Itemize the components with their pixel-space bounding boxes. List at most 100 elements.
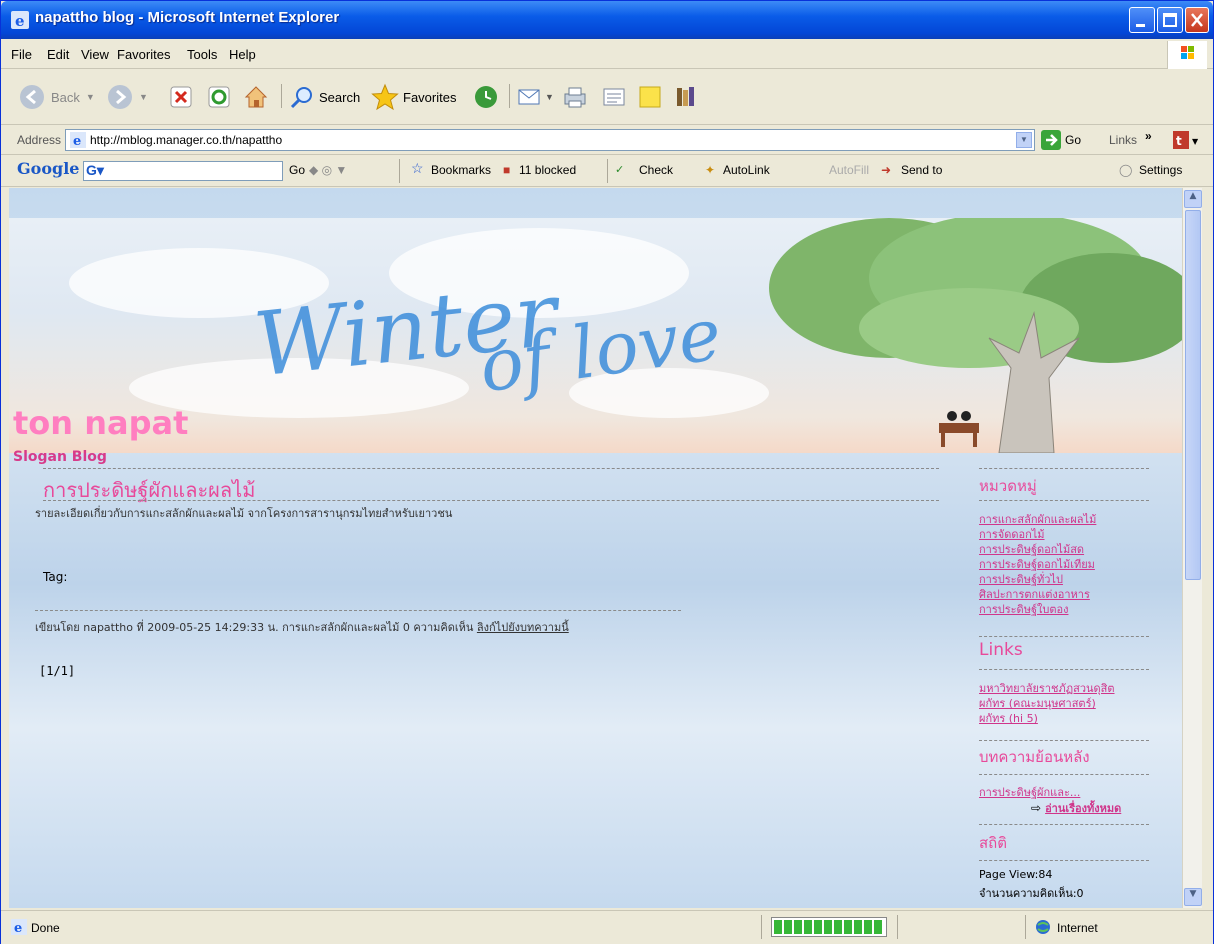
- chevron-down-icon[interactable]: ▼: [1016, 132, 1032, 148]
- back-button[interactable]: Back ▼: [19, 82, 95, 112]
- category-link[interactable]: การประดิษฐ์ใบตอง: [979, 603, 1068, 616]
- page-content: Winter of love ton napat Slogan Blog การ…: [9, 188, 1182, 908]
- address-input[interactable]: e http://mblog.manager.co.th/napattho ▼: [65, 129, 1035, 151]
- external-link[interactable]: ผกัทร (hi 5): [979, 712, 1038, 725]
- menu-view[interactable]: View: [81, 47, 109, 62]
- translate-icon[interactable]: t ▼: [1173, 130, 1201, 150]
- blog-title[interactable]: ton napat: [13, 404, 188, 442]
- bookmark-star-icon: ☆: [411, 160, 424, 176]
- external-link[interactable]: ผกัทร (คณะมนุษศาสตร์): [979, 697, 1096, 710]
- scroll-down-button[interactable]: ▼: [1184, 888, 1202, 906]
- read-all-link[interactable]: ⇨ อ่านเรื่องทั้งหมด: [1031, 799, 1121, 817]
- scroll-thumb[interactable]: [1185, 210, 1201, 580]
- minimize-button[interactable]: [1129, 7, 1155, 33]
- autofill-button[interactable]: AutoFill: [829, 163, 869, 177]
- divider: [43, 500, 939, 501]
- category-link[interactable]: การจัดดอกไม้: [979, 528, 1045, 541]
- scroll-up-button[interactable]: ▲: [1184, 190, 1202, 208]
- progress-fill: [774, 920, 884, 934]
- stop-button[interactable]: [169, 82, 193, 112]
- check-button[interactable]: Check: [639, 163, 673, 177]
- sticky-note-icon: [639, 86, 661, 108]
- menu-help[interactable]: Help: [229, 47, 256, 62]
- vertical-scrollbar[interactable]: ▲ ▼: [1182, 188, 1202, 908]
- category-link[interactable]: การแกะสลักผักและผลไม้: [979, 513, 1096, 526]
- forward-arrow-icon: [108, 85, 132, 109]
- maximize-button[interactable]: [1157, 7, 1183, 33]
- category-link[interactable]: การประดิษฐ์ทั่วไป: [979, 573, 1063, 586]
- chevron-right-icon[interactable]: »: [1145, 129, 1152, 143]
- settings-icon: ◯: [1119, 163, 1133, 177]
- menu-file[interactable]: File: [11, 47, 32, 62]
- permalink-link[interactable]: ลิงก์ไปยังบทความนี้: [477, 621, 569, 634]
- post-description: รายละเอียดเกี่ยวกับการแกะสลักผักและผลไม้…: [35, 507, 453, 520]
- svg-text:e: e: [14, 921, 22, 935]
- notes-button[interactable]: [637, 82, 663, 112]
- categories-heading: หมวดหมู่: [979, 477, 1037, 495]
- category-link[interactable]: การประดิษฐ์ดอกไม้เทียม: [979, 558, 1095, 571]
- stats-heading: สถิติ: [979, 834, 1007, 852]
- search-button[interactable]: Search: [289, 82, 360, 112]
- links-label[interactable]: Links: [1109, 133, 1137, 147]
- google-search-input[interactable]: G▾: [83, 161, 283, 181]
- go-button[interactable]: Go: [1041, 130, 1081, 150]
- menu-favorites[interactable]: Favorites: [117, 47, 170, 62]
- category-link[interactable]: ศิลปะการตกแต่งอาหาร: [979, 588, 1090, 601]
- menu-edit[interactable]: Edit: [47, 47, 69, 62]
- star-icon: [371, 83, 399, 111]
- post-title[interactable]: การประดิษฐ์ผักและผลไม้: [43, 474, 255, 506]
- svg-text:t: t: [1176, 134, 1182, 148]
- refresh-icon: [208, 86, 230, 108]
- popup-blocker-icon: ■: [503, 163, 511, 177]
- refresh-button[interactable]: [207, 82, 231, 112]
- divider: [43, 468, 939, 469]
- divider: [979, 468, 1149, 469]
- blocked-count[interactable]: 11 blocked: [519, 163, 576, 177]
- chevron-down-icon: ▼: [545, 92, 554, 102]
- security-zone: Internet: [1057, 921, 1098, 935]
- stop-icon: [170, 86, 192, 108]
- pagination[interactable]: [1/1]: [39, 664, 75, 678]
- back-arrow-icon: [20, 85, 44, 109]
- google-go-button[interactable]: Go: [289, 163, 305, 177]
- research-button[interactable]: [673, 82, 699, 112]
- bookmarks-button[interactable]: Bookmarks: [431, 163, 491, 177]
- search-label: Search: [319, 89, 361, 105]
- forward-button[interactable]: ▼: [107, 82, 148, 112]
- autolink-button[interactable]: AutoLink: [723, 163, 770, 177]
- home-button[interactable]: [243, 82, 269, 112]
- archive-link[interactable]: การประดิษฐ์ผักและ...: [979, 786, 1080, 799]
- google-toolbar: Google G▾ Go ◆ ◎ ▼ ☆ Bookmarks ■ 11 bloc…: [1, 155, 1213, 187]
- ie-page-icon: e: [70, 132, 86, 148]
- category-link[interactable]: การประดิษฐ์ดอกไม้สด: [979, 543, 1084, 556]
- print-button[interactable]: [561, 82, 589, 112]
- close-button[interactable]: [1185, 7, 1209, 33]
- menu-tools[interactable]: Tools: [187, 47, 217, 62]
- favorites-button[interactable]: Favorites: [371, 82, 456, 112]
- address-bar: Address e http://mblog.manager.co.th/nap…: [1, 125, 1213, 155]
- arrow-right-icon: ⇨: [1031, 801, 1042, 815]
- status-text: Done: [31, 921, 60, 935]
- google-g-icon: G▾: [86, 162, 104, 178]
- title-bar[interactable]: e napattho blog - Microsoft Internet Exp…: [1, 1, 1213, 39]
- send-to-button[interactable]: Send to: [901, 163, 942, 177]
- settings-button[interactable]: Settings: [1139, 163, 1182, 177]
- external-link[interactable]: มหาวิทยาลัยราชภัฏสวนดุสิต: [979, 682, 1115, 695]
- edit-button[interactable]: [601, 82, 627, 112]
- chevron-down-icon: ▼: [139, 92, 148, 102]
- history-button[interactable]: [473, 82, 499, 112]
- chevron-down-icon: ▼: [85, 92, 95, 102]
- address-label: Address: [17, 133, 62, 147]
- divider: [979, 500, 1149, 501]
- standard-toolbar: Back ▼ ▼ Search Favorites ▼: [1, 70, 1213, 125]
- mail-button[interactable]: ▼: [517, 82, 554, 112]
- ie-window-icon: e: [11, 11, 29, 29]
- google-options-icon[interactable]: ◆ ◎ ▼: [309, 163, 347, 177]
- svg-text:e: e: [15, 12, 25, 29]
- favorites-label: Favorites: [403, 89, 457, 105]
- printer-icon: [564, 87, 586, 108]
- blog-banner: Winter of love ton napat Slogan Blog: [9, 218, 1182, 465]
- ie-page-icon: e: [11, 919, 27, 935]
- mail-icon: [518, 89, 540, 105]
- divider: [979, 824, 1149, 825]
